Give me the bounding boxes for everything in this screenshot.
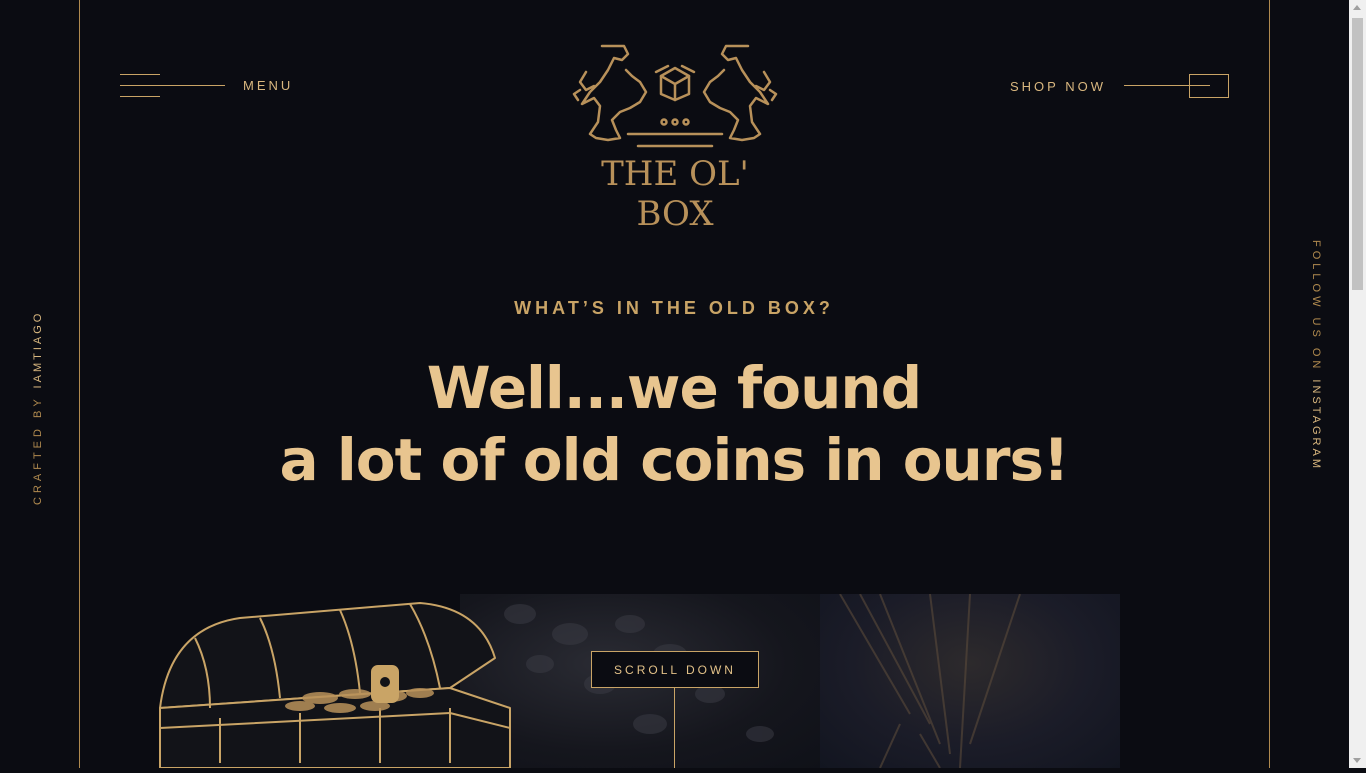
logo[interactable]: THE OL' BOX xyxy=(568,42,782,234)
page-scrollbar[interactable] xyxy=(1349,0,1366,768)
menu-label: MENU xyxy=(243,77,294,93)
scroll-down-label: SCROLL DOWN xyxy=(614,662,736,677)
scroll-down-icon[interactable] xyxy=(1353,758,1361,763)
shop-now-button[interactable]: SHOP NOW xyxy=(1010,74,1229,98)
headline-line-1: Well...we found xyxy=(426,354,922,422)
hero-eyebrow: WHAT’S IN THE OLD BOX? xyxy=(514,298,834,318)
logo-text: THE OL' BOX xyxy=(601,154,749,234)
lion-crest-icon xyxy=(572,44,778,148)
treasure-chest-illustration xyxy=(150,598,520,769)
scroll-down-button[interactable]: SCROLL DOWN xyxy=(591,651,759,688)
scrollbar-thumb[interactable] xyxy=(1352,18,1363,290)
shop-now-label: SHOP NOW xyxy=(1010,78,1106,94)
hero-headline: Well...we found a lot of old coins in ou… xyxy=(0,352,1348,496)
hero-image xyxy=(460,594,1120,768)
arrow-box-icon xyxy=(1124,74,1229,98)
roots-photo xyxy=(820,594,1120,768)
hamburger-icon xyxy=(120,72,225,98)
scroll-up-icon[interactable] xyxy=(1353,5,1361,10)
headline-line-2: a lot of old coins in ours! xyxy=(279,426,1070,494)
menu-button[interactable]: MENU xyxy=(120,72,293,98)
scroll-indicator-line xyxy=(674,687,675,768)
